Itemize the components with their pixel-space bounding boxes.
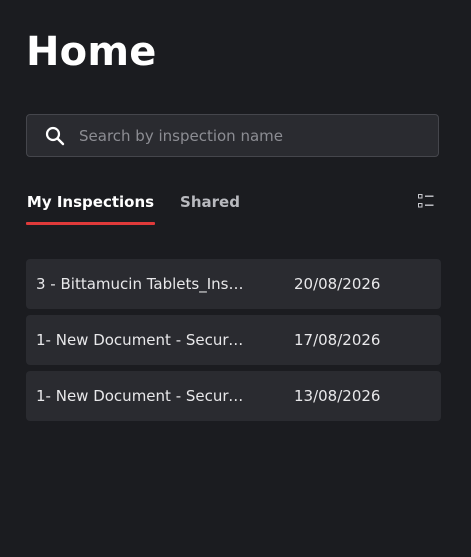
search-input[interactable] bbox=[79, 115, 438, 156]
inspection-date: 13/08/2026 bbox=[294, 387, 381, 405]
inspection-date: 17/08/2026 bbox=[294, 331, 381, 349]
inspection-tabs: My Inspections Shared bbox=[26, 183, 265, 225]
active-tab-indicator bbox=[26, 222, 155, 225]
inspection-name: 3 - Bittamucin Tablets_Insert... bbox=[36, 275, 252, 293]
inspection-row[interactable]: 1- New Document - Secure Y... 17/08/2026 bbox=[26, 315, 441, 365]
search-icon bbox=[45, 126, 65, 146]
inspection-name: 1- New Document - Secure Y... bbox=[36, 387, 252, 405]
tab-shared[interactable]: Shared bbox=[155, 183, 265, 223]
tab-my-inspections[interactable]: My Inspections bbox=[26, 183, 155, 225]
inspection-list: 3 - Bittamucin Tablets_Insert... 20/08/2… bbox=[26, 259, 441, 427]
home-screen: Home My Inspections Shared bbox=[0, 0, 471, 557]
search-bar[interactable] bbox=[26, 114, 439, 157]
inspection-row[interactable]: 1- New Document - Secure Y... 13/08/2026 bbox=[26, 371, 441, 421]
page-title: Home bbox=[26, 29, 157, 75]
tab-shared-label: Shared bbox=[180, 193, 240, 211]
inspection-name: 1- New Document - Secure Y... bbox=[36, 331, 252, 349]
tab-my-inspections-label: My Inspections bbox=[26, 193, 155, 211]
inspection-date: 20/08/2026 bbox=[294, 275, 381, 293]
list-view-icon bbox=[418, 193, 434, 212]
inspection-row[interactable]: 3 - Bittamucin Tablets_Insert... 20/08/2… bbox=[26, 259, 441, 309]
list-view-toggle-button[interactable] bbox=[416, 193, 436, 211]
